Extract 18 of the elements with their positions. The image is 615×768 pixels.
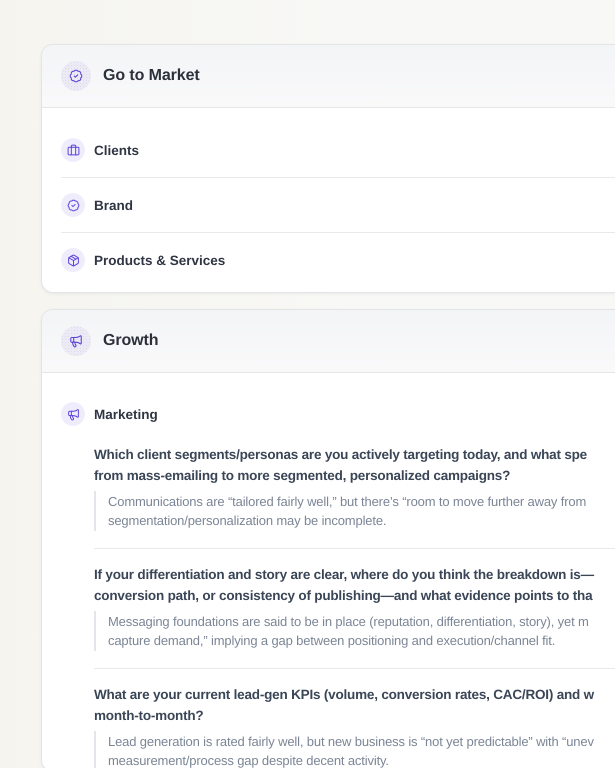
question-text: If your differentiation and story are clear, where do you think the breakdown is— conversion path, or consistency of publishing—and what evidence points to tha [94,566,596,605]
box-icon [61,248,85,272]
answer-quote: Lead generation is rated fairly well, but new business is “not yet predictable” with “unev measurement/process gap despite decent activity. [94,731,615,768]
answer-quote: Communications are “tailored fairly well,” but there’s “room to move further away from segmentation/personalization may be incomplete. [94,491,615,531]
item-title[interactable]: Clients [94,142,140,158]
question-text: What are your current lead-gen KPIs (volume, conversion rates, CAC/ROI) and w month-to-month? [94,686,595,725]
section-title: Growth [103,332,158,350]
section-title: Go to Market [103,67,200,85]
check-badge-icon [61,193,85,217]
item-title[interactable]: Marketing [94,406,158,422]
question-text: Which client segments/personas are you actively targeting today, and what spe from mass-emailing to more segmented, personalized campaigns? [94,446,588,485]
check-badge-icon [61,61,91,91]
item-title[interactable]: Brand [94,198,134,212]
item-title[interactable]: Products & Services [94,252,226,268]
briefcase-icon [61,138,85,162]
megaphone-icon [61,326,91,356]
answer-quote: Messaging foundations are said to be in place (reputation, differentiation, story), yet m capture demand,” implying a gap between positioning and execution/channel fit. [94,611,615,651]
megaphone-icon [61,402,85,426]
